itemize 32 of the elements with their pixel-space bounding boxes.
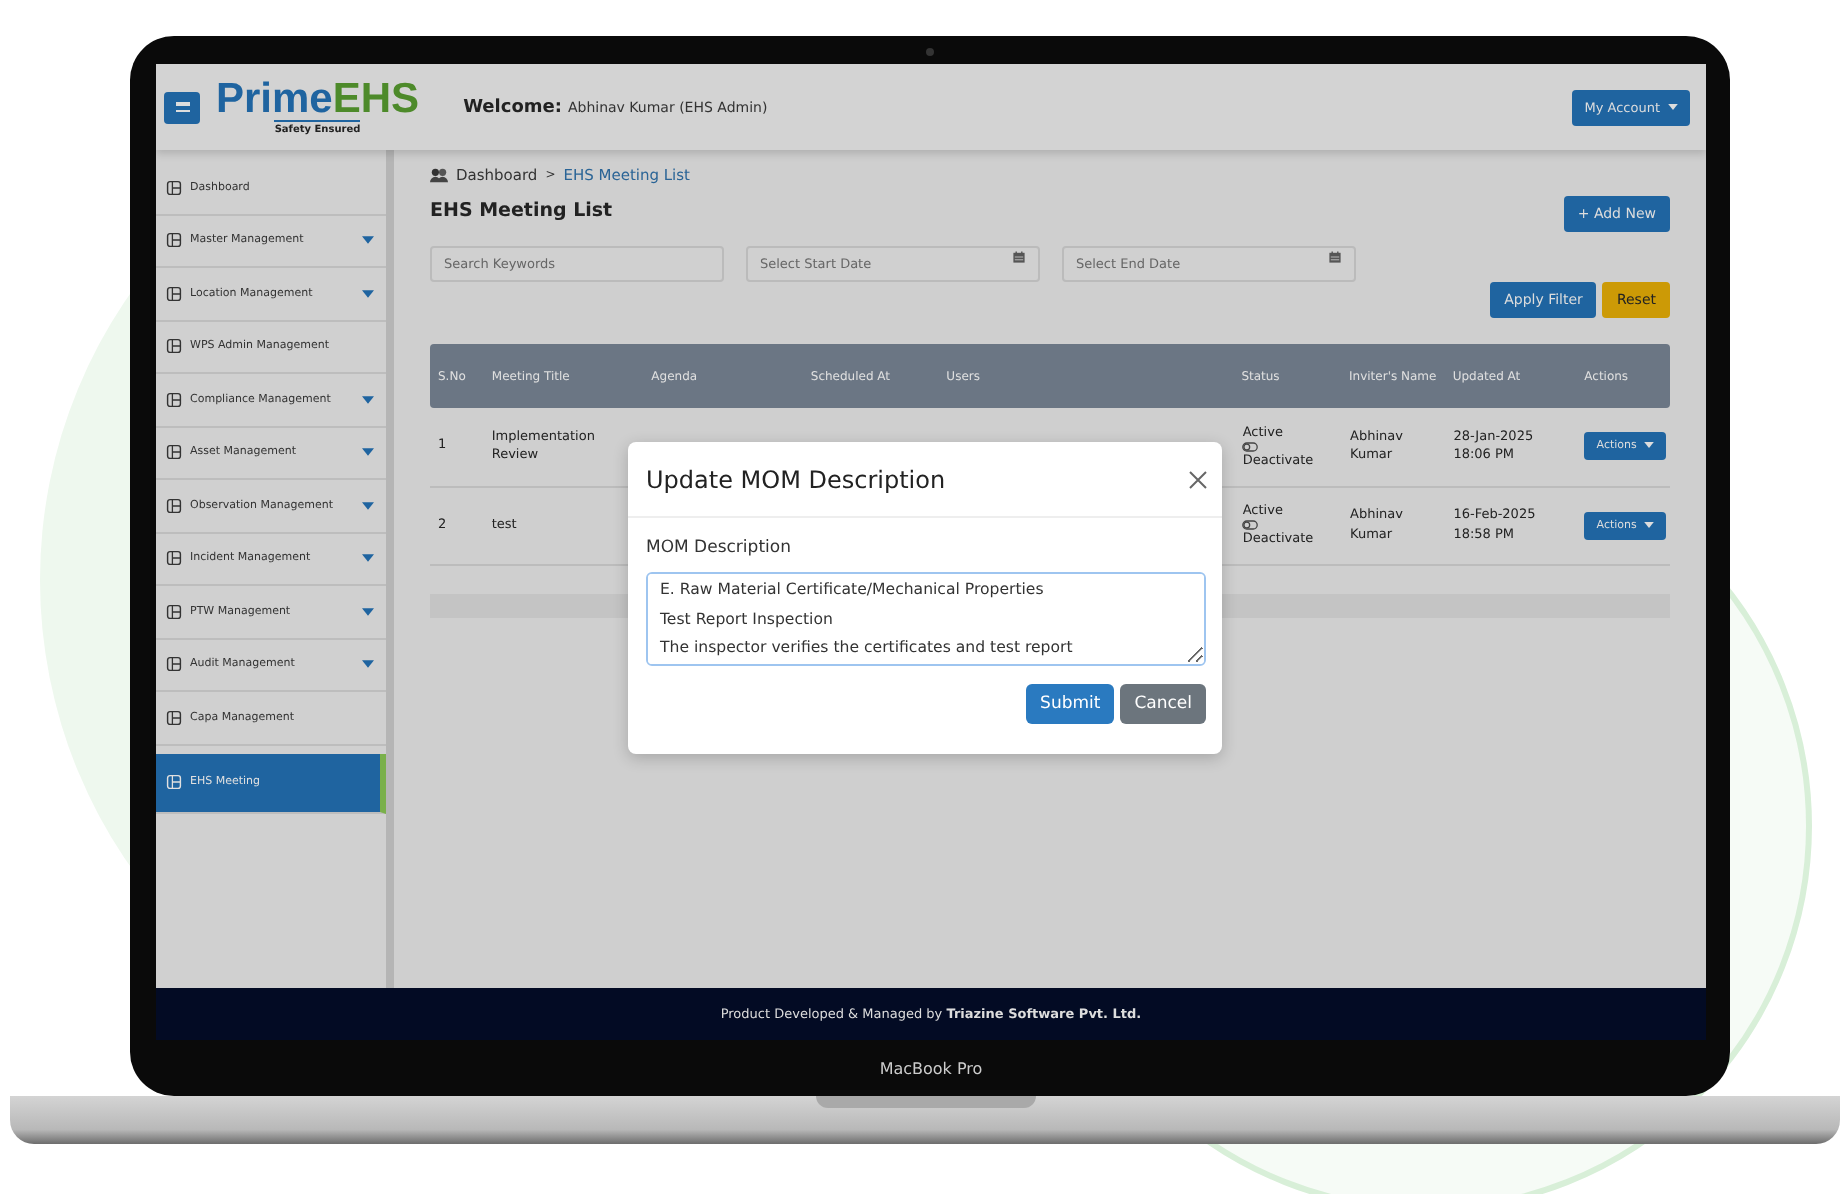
camera-dot — [926, 48, 934, 56]
group-icon — [430, 166, 448, 184]
caret-icon — [1644, 442, 1655, 449]
device-label: MacBook Pro — [879, 1060, 983, 1078]
logo-text: Prime — [216, 76, 333, 122]
welcome-label: Welcome: — [463, 97, 562, 117]
menu-item-icon — [166, 603, 182, 620]
calendar-icon — [1328, 249, 1342, 263]
menu-item-icon — [166, 709, 182, 726]
menu-item-icon — [166, 285, 182, 302]
page-title: EHS Meeting List — [430, 200, 613, 222]
close-icon[interactable] — [1188, 469, 1208, 489]
calendar-icon — [1012, 249, 1026, 263]
menu-item-icon — [166, 497, 182, 514]
menu-item-icon — [166, 232, 182, 249]
menu-item-icon — [166, 391, 182, 408]
menu-item-icon — [166, 656, 182, 673]
modal-button[interactable]: Cancel — [1120, 684, 1206, 724]
modal-title: Update MOM Description — [646, 465, 946, 493]
logo-text: EHS — [332, 76, 420, 122]
modal-button[interactable]: Submit — [1026, 684, 1115, 724]
menu-item-icon — [166, 550, 182, 567]
field-label: MOM Description — [646, 538, 793, 558]
menu-item-icon — [166, 444, 182, 461]
caret-icon — [1644, 521, 1655, 528]
menu-icon[interactable] — [164, 91, 200, 123]
caret-icon — [1668, 104, 1678, 111]
menu-item-icon — [166, 179, 182, 196]
menu-item-icon — [166, 774, 182, 790]
toggle-icon[interactable] — [1242, 441, 1259, 452]
toggle-icon[interactable] — [1242, 520, 1259, 531]
menu-item-icon — [166, 338, 182, 355]
